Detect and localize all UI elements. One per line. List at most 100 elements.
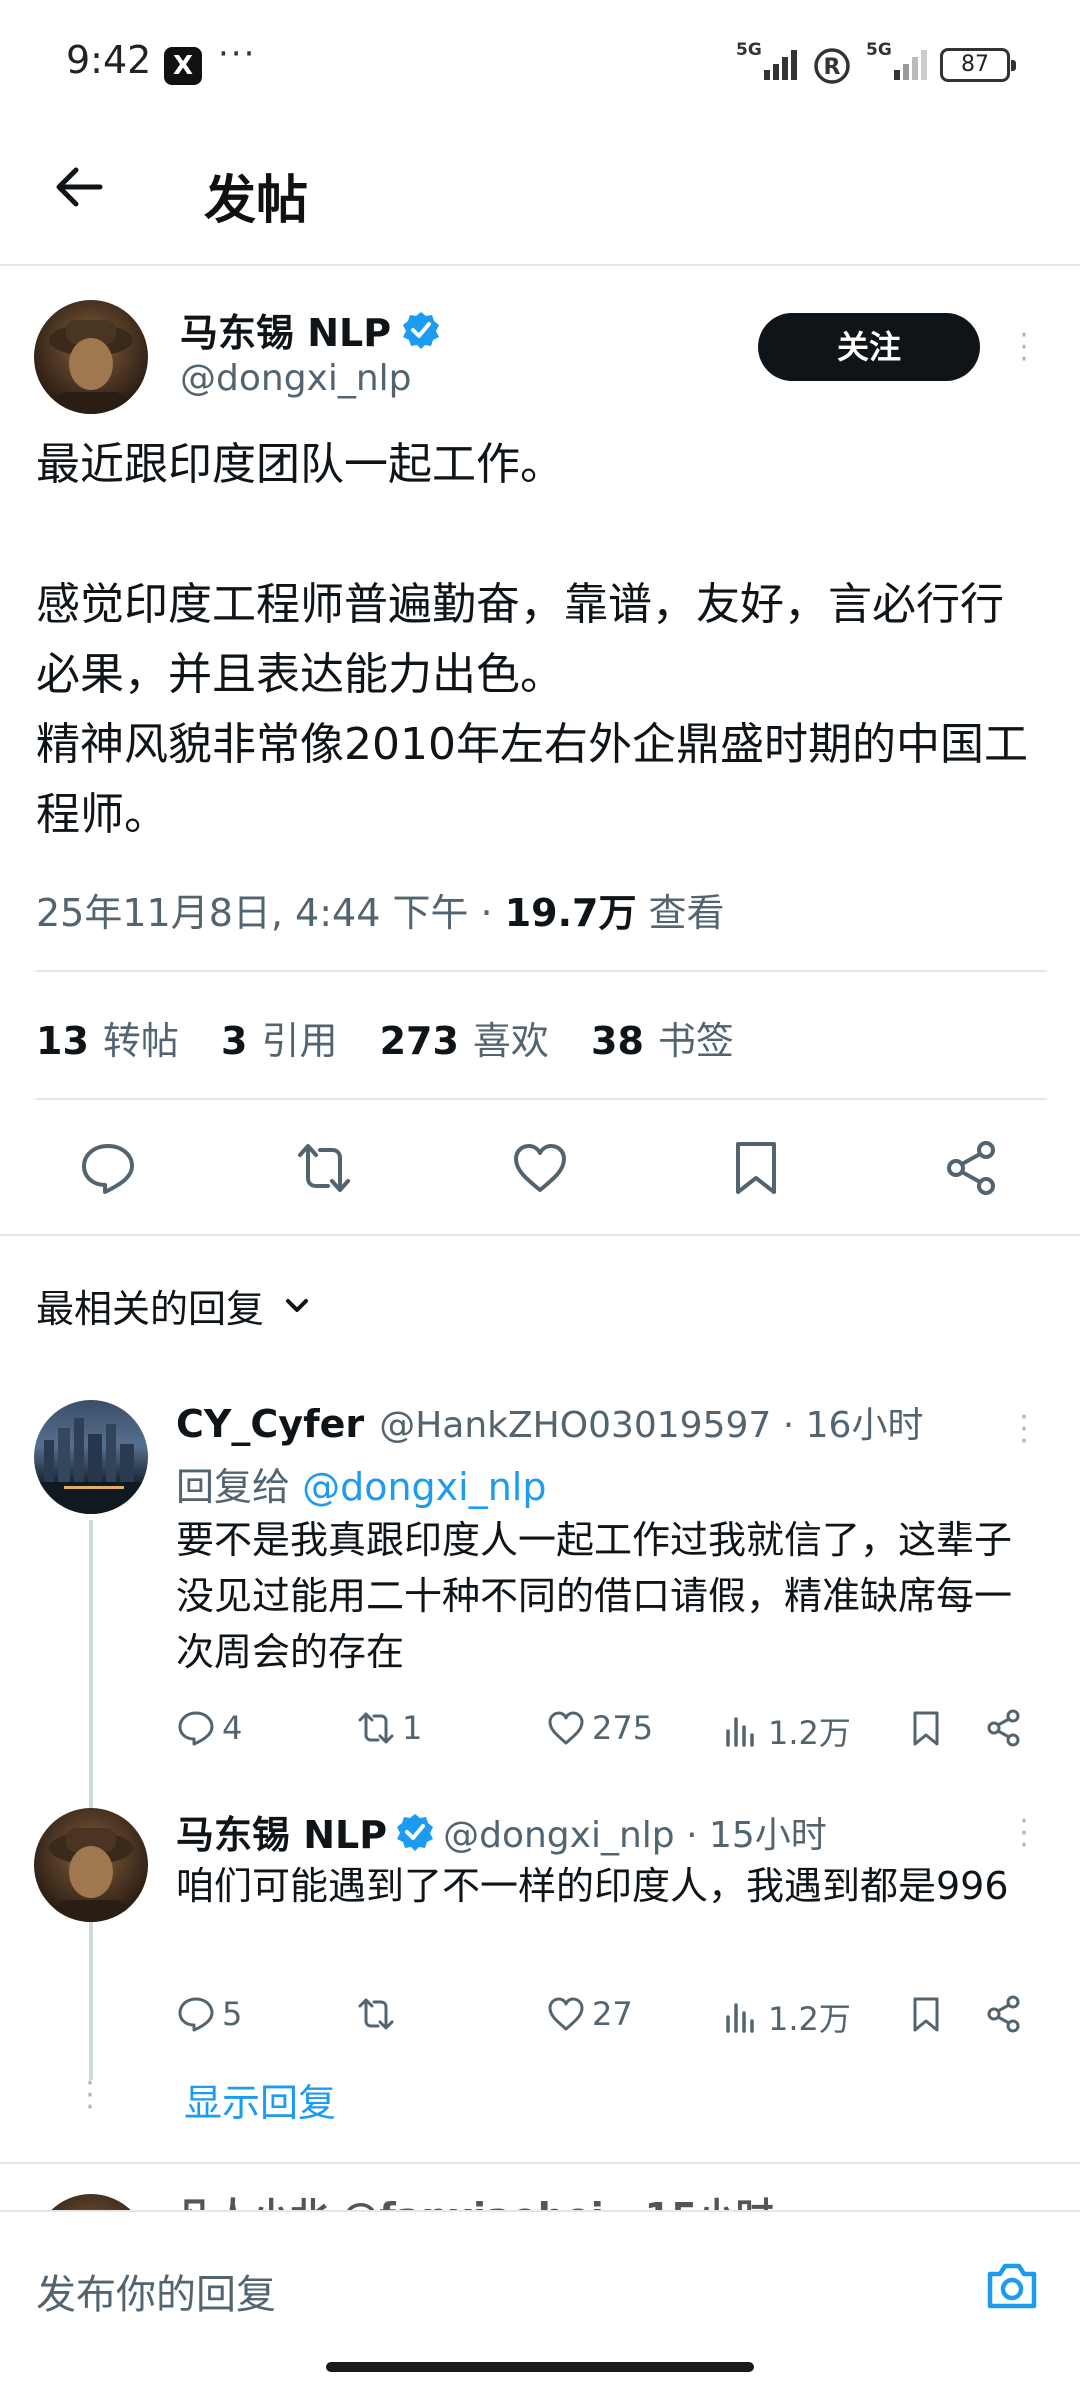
reply-1-reposts-count: 1: [402, 1709, 423, 1747]
verified-badge-icon: [403, 311, 440, 349]
reply-2-more-icon[interactable]: · · ·: [1014, 1807, 1034, 1861]
share-icon: [987, 1709, 1020, 1747]
bookmark-icon: [736, 1142, 776, 1194]
stat-bookmarks[interactable]: 38 书签: [591, 1019, 734, 1063]
stat-quotes[interactable]: 3 引用: [221, 1019, 337, 1063]
reply-1-replies-count: 4: [222, 1709, 243, 1747]
like-button[interactable]: [510, 1138, 570, 1198]
next-reply-avatar: [34, 2194, 148, 2210]
meta-divider: [36, 970, 1047, 972]
views-chart-icon: [726, 1717, 754, 1747]
reply-1-handle-time[interactable]: @HankZHO03019597 · 16小时: [379, 1405, 923, 1446]
stat-likes-num: 273: [379, 1019, 459, 1063]
reply-2-avatar[interactable]: [34, 1808, 148, 1922]
network-label-1: 5G: [736, 40, 762, 60]
stats-divider: [36, 1098, 1047, 1100]
back-button[interactable]: [50, 158, 108, 216]
reply-1-like-button[interactable]: 275: [546, 1708, 653, 1748]
reply-1-reply-button[interactable]: 4: [176, 1708, 242, 1748]
reply-to-handle-link[interactable]: @dongxi_nlp: [302, 1465, 546, 1509]
repost-icon: [358, 1998, 394, 2030]
stat-reposts-label: 转帖: [102, 1019, 179, 1063]
signal-icon-1: 5G: [736, 40, 802, 84]
reply-2-share-button[interactable]: [984, 1994, 1024, 2034]
post-views-count: 19.7万: [504, 891, 637, 935]
reply-1-reply-to: 回复给 @dongxi_nlp: [176, 1456, 546, 1511]
reply-2-header: 马东锡 NLP @dongxi_nlp · 15小时: [176, 1804, 827, 1859]
heart-icon: [548, 1711, 584, 1745]
reply-2-bookmark-button[interactable]: [906, 1994, 946, 2034]
reply-button[interactable]: [78, 1138, 138, 1198]
battery-indicator: 87: [940, 48, 1016, 82]
reply-2-reply-button[interactable]: 5: [176, 1994, 242, 2034]
stat-bookmarks-label: 书签: [657, 1019, 734, 1063]
author-name[interactable]: 马东锡 NLP: [180, 302, 391, 357]
home-indicator[interactable]: [326, 2362, 754, 2372]
share-button[interactable]: [942, 1138, 1002, 1198]
signal-icon-2: 5G: [866, 40, 932, 84]
reply-2-repost-button[interactable]: [356, 1994, 402, 2034]
reply-1-header: CY_Cyfer @HankZHO03019597 · 16小时: [176, 1396, 923, 1448]
reply-to-prefix: 回复给: [176, 1465, 303, 1509]
post-views-label: 查看: [636, 891, 725, 935]
replies-sort-dropdown[interactable]: 最相关的回复: [36, 1278, 312, 1333]
chevron-down-icon: [286, 1298, 309, 1312]
views-chart-icon: [726, 2003, 754, 2033]
thread-dots-icon: · · ·: [85, 2066, 95, 2125]
replies-sort-label: 最相关的回复: [36, 1287, 265, 1331]
reply-1-views-button[interactable]: 1.2万: [722, 1708, 851, 1754]
post-text: 最近跟印度团队一起工作。 感觉印度工程师普遍勤奋，靠谱，友好，言必行行必果，并且…: [36, 439, 1028, 840]
author-avatar[interactable]: [34, 300, 148, 414]
follow-button[interactable]: 关注: [758, 313, 980, 381]
repost-button[interactable]: [294, 1138, 354, 1198]
reply-2-replies-count: 5: [222, 1995, 243, 2033]
show-replies-link[interactable]: 显示回复: [184, 2072, 336, 2127]
reply-1-name[interactable]: CY_Cyfer: [176, 1402, 364, 1446]
stat-reposts-num: 13: [36, 1019, 89, 1063]
reply-2-name[interactable]: 马东锡 NLP: [176, 1804, 387, 1859]
verified-badge-icon: [397, 1813, 434, 1851]
reply-1-bookmark-button[interactable]: [906, 1708, 946, 1748]
stat-likes-label: 喜欢: [472, 1019, 549, 1063]
stat-quotes-num: 3: [221, 1019, 248, 1063]
repost-icon: [298, 1144, 350, 1192]
reply-2-text: 咱们可能遇到了不一样的印度人，我遇到都是996: [176, 1864, 1009, 1908]
author-name-row[interactable]: 马东锡 NLP: [180, 302, 441, 357]
stat-reposts[interactable]: 13 转帖: [36, 1019, 179, 1063]
reply-icon: [82, 1144, 134, 1194]
share-icon: [987, 1995, 1020, 2033]
reply-2-views-count: 1.2万: [768, 2000, 851, 2038]
next-reply-header: 凡人小北 @fanxiaobei · 15小时: [176, 2186, 774, 2210]
camera-button[interactable]: [982, 2256, 1042, 2316]
reply-1-text: 要不是我真跟印度人一起工作过我就信了，这辈子没见过能用二十种不同的借口请假，精准…: [176, 1518, 1013, 1674]
post-meta: 25年11月8日, 4:44 下午 · 19.7万 查看: [36, 882, 725, 937]
reply-2-like-button[interactable]: 27: [546, 1994, 633, 2034]
camera-icon: [987, 2263, 1037, 2309]
back-arrow-icon: [56, 167, 103, 207]
reply-2-handle-time[interactable]: @dongxi_nlp · 15小时: [443, 1806, 827, 1858]
status-time: 9:42: [66, 38, 152, 82]
bookmark-button[interactable]: [726, 1138, 786, 1198]
stat-likes[interactable]: 273 喜欢: [380, 1019, 549, 1063]
reply-2-likes-count: 27: [592, 1995, 633, 2033]
reply-2-views-button[interactable]: 1.2万: [722, 1994, 851, 2040]
x-app-icon: X: [164, 47, 202, 85]
reply-1-repost-button[interactable]: 1: [356, 1708, 422, 1748]
reply-1-more-icon[interactable]: · · ·: [1014, 1403, 1034, 1457]
reply-1-likes-count: 275: [592, 1709, 654, 1747]
reply-compose-input[interactable]: 发布你的回复: [36, 2262, 276, 2320]
header-divider: [0, 264, 1080, 266]
svg-text:R: R: [824, 55, 841, 80]
author-handle[interactable]: @dongxi_nlp: [180, 358, 412, 399]
stat-quotes-label: 引用: [261, 1019, 338, 1063]
reply-avatar[interactable]: [34, 1400, 148, 1514]
reply-1-views-count: 1.2万: [768, 1714, 851, 1752]
post-stats: 13 转帖 3 引用 273 喜欢 38 书签: [36, 1010, 764, 1065]
bookmark-icon: [913, 1997, 939, 2032]
reply-1-share-button[interactable]: [984, 1708, 1024, 1748]
heart-icon: [548, 1997, 584, 2031]
repost-icon: [358, 1712, 394, 1744]
next-reply-preview[interactable]: 凡人小北 @fanxiaobei · 15小时: [0, 2170, 1080, 2210]
more-options-icon[interactable]: · · ·: [1014, 321, 1034, 375]
stat-bookmarks-num: 38: [591, 1019, 644, 1063]
